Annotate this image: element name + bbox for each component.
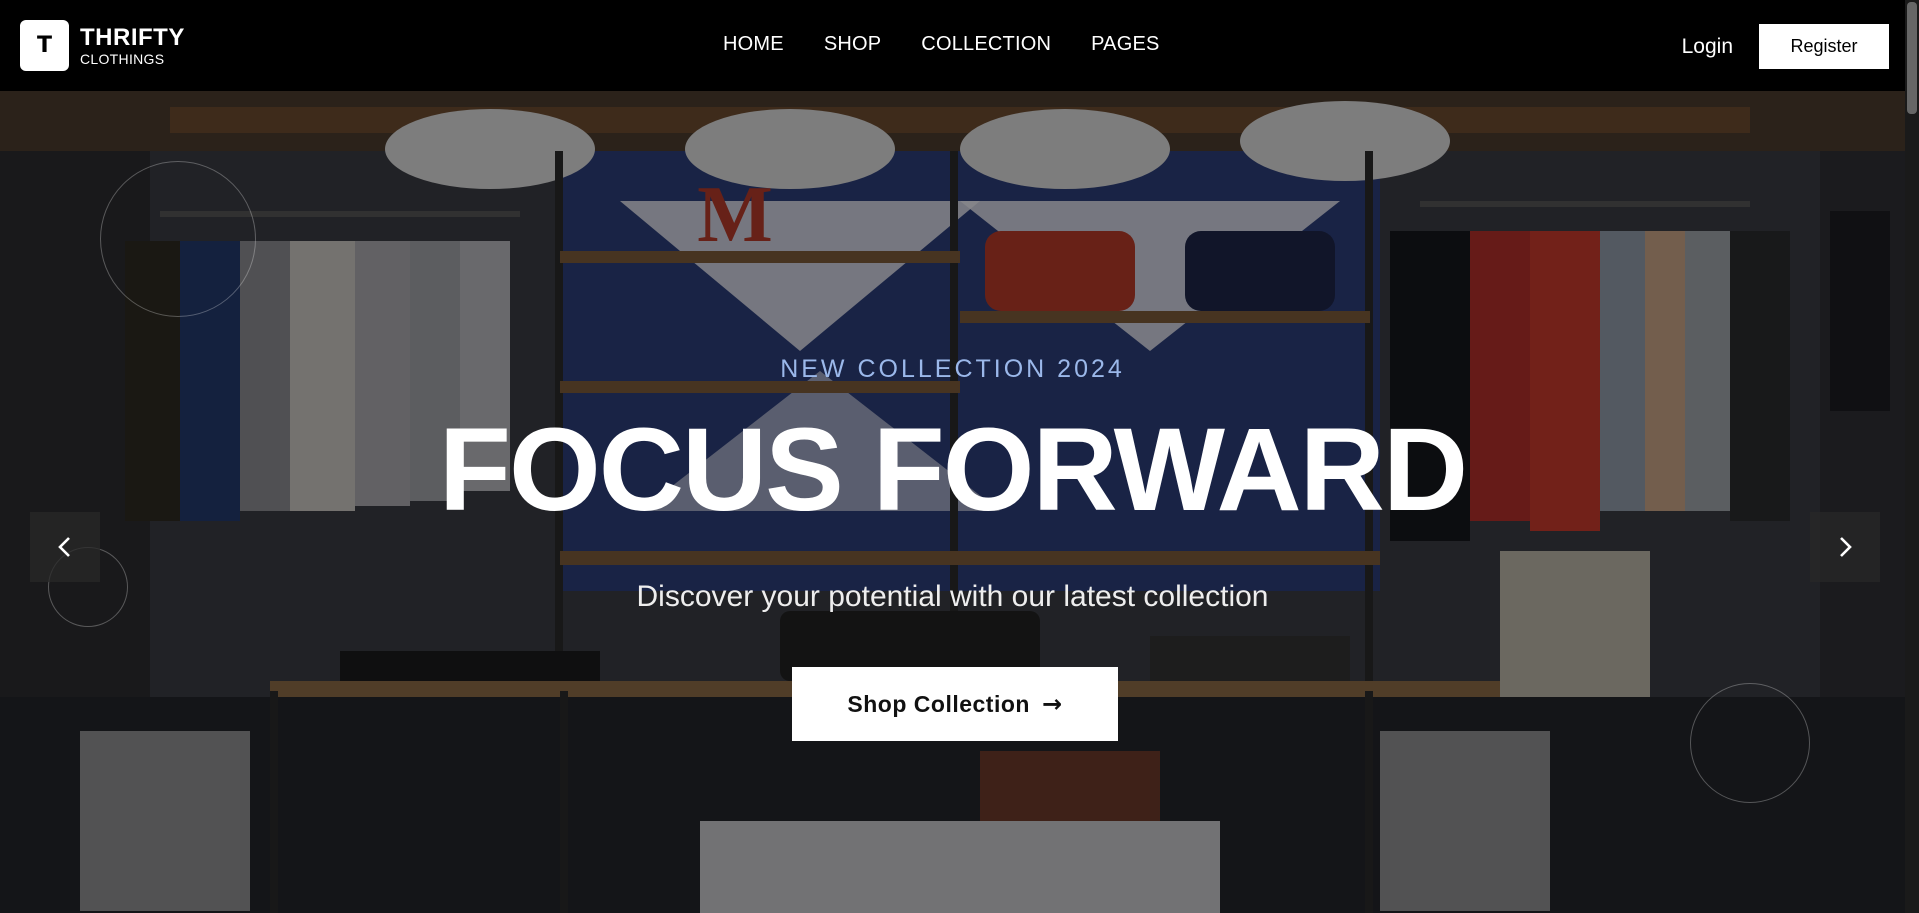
nav-collection[interactable]: COLLECTION bbox=[921, 33, 1051, 56]
arrow-right-icon: → bbox=[1041, 690, 1063, 718]
cta-label: Shop Collection bbox=[847, 690, 1030, 717]
brand-name: THRIFTY bbox=[80, 23, 185, 51]
brand-tagline: CLOTHINGS bbox=[80, 50, 165, 67]
page-scrollbar[interactable] bbox=[1905, 0, 1919, 913]
logo-text: THRIFTY CLOTHINGS bbox=[80, 23, 185, 67]
register-button[interactable]: Register bbox=[1759, 24, 1889, 69]
decorative-circle bbox=[100, 161, 256, 317]
nav-home[interactable]: HOME bbox=[723, 33, 784, 56]
chevron-right-icon bbox=[1840, 537, 1852, 557]
hero-subheadline: Discover your potential with our latest … bbox=[636, 580, 1269, 613]
slider-prev-button[interactable] bbox=[30, 512, 100, 582]
brand-logo[interactable]: T THRIFTY CLOTHINGS bbox=[20, 20, 185, 71]
main-nav: HOME SHOP COLLECTION PAGES bbox=[723, 33, 1160, 56]
hero-headline: FOCUS FORWARD bbox=[438, 404, 1468, 536]
auth-actions: Login Register bbox=[1682, 24, 1889, 69]
shop-collection-button[interactable]: Shop Collection → bbox=[792, 667, 1118, 741]
decorative-circle bbox=[1690, 683, 1810, 803]
logo-mark: T bbox=[20, 20, 69, 71]
hero-slider: M NEW COLLECTION 2024 FOCUS FORWARD Disc… bbox=[0, 91, 1905, 913]
chevron-left-icon bbox=[58, 537, 70, 557]
hero-eyebrow: NEW COLLECTION 2024 bbox=[780, 355, 1125, 383]
scrollbar-thumb[interactable] bbox=[1907, 2, 1917, 114]
slider-next-button[interactable] bbox=[1810, 512, 1880, 582]
site-header: T THRIFTY CLOTHINGS HOME SHOP COLLECTION… bbox=[0, 0, 1919, 91]
nav-pages[interactable]: PAGES bbox=[1091, 33, 1159, 56]
login-link[interactable]: Login bbox=[1682, 35, 1733, 59]
nav-shop[interactable]: SHOP bbox=[824, 33, 881, 56]
